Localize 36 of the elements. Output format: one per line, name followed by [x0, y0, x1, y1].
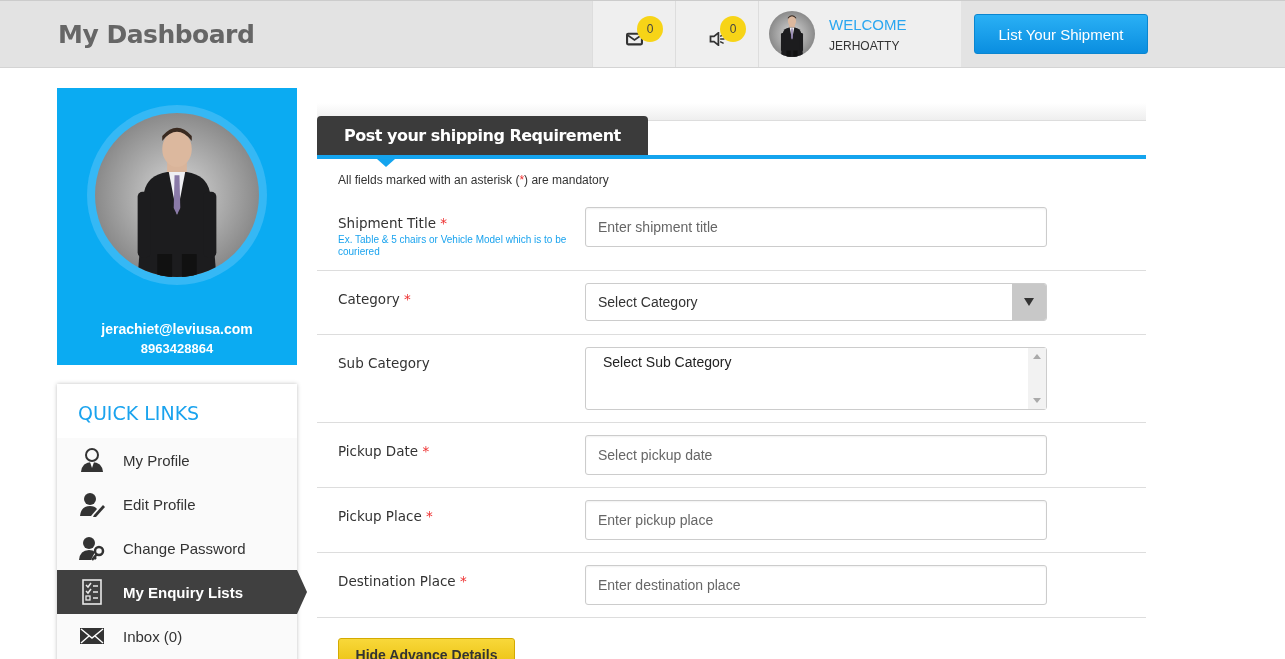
user-edit-icon [79, 491, 105, 517]
field-label: Destination Place * [338, 573, 468, 589]
field-hint: Ex. Table & 5 chairs or Vehicle Model which is to be couriered [338, 234, 568, 258]
envelope-icon [625, 32, 643, 46]
field-label: Shipment Title * [338, 215, 449, 231]
user-icon [79, 447, 105, 473]
field-label: Pickup Date * [338, 443, 431, 459]
text-field[interactable]: Enter destination place [585, 565, 1047, 605]
username: JERHOATTY [829, 38, 901, 53]
form-tab[interactable]: Post your shipping Requirement [317, 116, 648, 155]
text-field[interactable]: Enter shipment title [585, 207, 1047, 247]
profile-phone: 8963428864 [140, 341, 214, 356]
field-label: Category * [338, 291, 412, 307]
text-field[interactable]: Select pickup date [585, 435, 1047, 475]
mandatory-note: All fields marked with an asterisk (*) are mandatory [338, 173, 609, 187]
profile-email: jerachiet@leviusa.com [101, 321, 253, 337]
listbox-field[interactable]: Select Sub Category [585, 347, 1047, 410]
count-badge: 0 [720, 16, 746, 42]
welcome-text: WELCOME [829, 15, 907, 33]
scroll-up-icon [1033, 354, 1041, 359]
checklist-icon [79, 579, 105, 605]
quick-link[interactable]: Change Password [57, 526, 297, 570]
quick-link[interactable]: Edit Profile [57, 482, 297, 526]
category-select[interactable]: Select Category [585, 283, 1047, 321]
caret-icon [1024, 298, 1034, 306]
user-key-icon [79, 535, 105, 561]
scroll-down-icon [1033, 398, 1041, 403]
field-label: Pickup Place * [338, 508, 434, 524]
count-badge: 0 [637, 16, 663, 42]
text-field[interactable]: Enter pickup place [585, 500, 1047, 540]
field-label: Sub Category [338, 355, 431, 371]
quick-links-title: QUICK LINKS [57, 384, 297, 438]
quick-link[interactable]: Inbox (0) [57, 614, 297, 658]
quick-link[interactable]: My Profile [57, 438, 297, 482]
speaker-icon [708, 32, 726, 46]
page-title: My Dashboard [58, 19, 256, 49]
